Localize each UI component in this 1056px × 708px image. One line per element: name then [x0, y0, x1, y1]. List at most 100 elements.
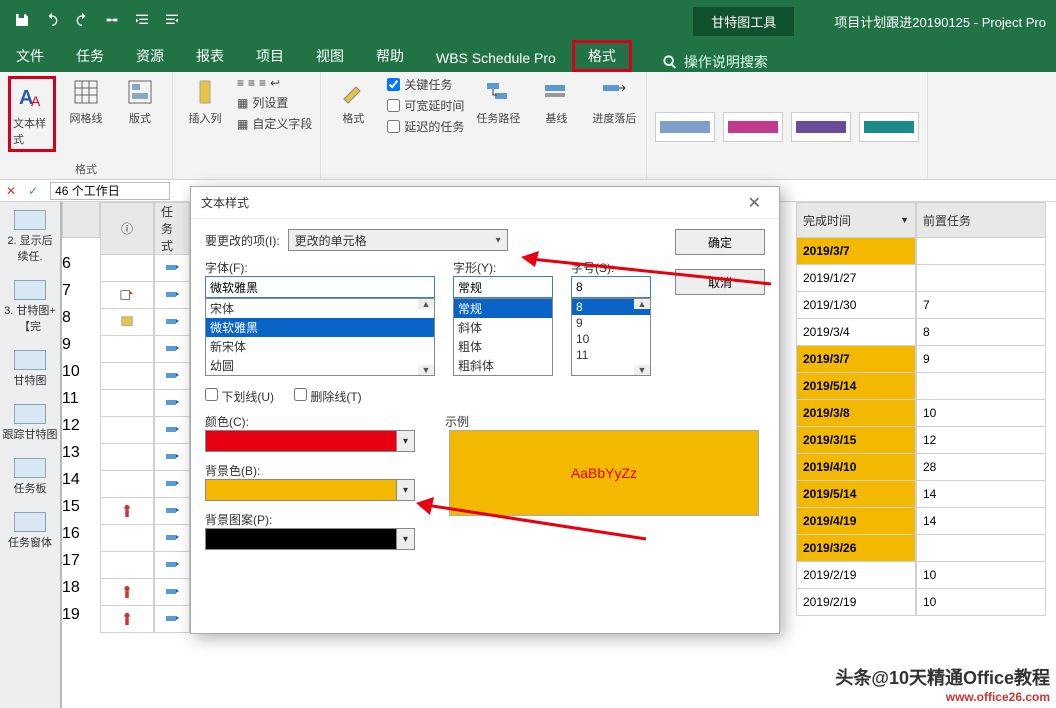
chk-slack[interactable]: 可宽延时间 [387, 97, 464, 114]
close-icon[interactable]: ✕ [740, 189, 769, 217]
indicator-cell[interactable] [100, 471, 154, 498]
style-option-2[interactable]: 粗体 [454, 337, 552, 356]
chk-critical[interactable]: 关键任务 [387, 76, 464, 93]
finish-cell[interactable]: 2019/3/8 [796, 400, 916, 427]
indicator-cell[interactable] [100, 579, 154, 606]
finish-cell[interactable]: 2019/2/19 [796, 589, 916, 616]
taskmode-cell[interactable] [154, 579, 190, 606]
taskmode-cell[interactable] [154, 444, 190, 471]
gantt-style-1[interactable] [655, 112, 715, 142]
taskmode-cell[interactable] [154, 336, 190, 363]
tab-view[interactable]: 视图 [300, 40, 360, 72]
pred-cell[interactable]: 10 [916, 589, 1046, 616]
font-option-1[interactable]: 微软雅黑 [206, 318, 434, 337]
row-header[interactable]: 16 [62, 525, 100, 552]
corner-cell[interactable] [62, 202, 100, 238]
taskmode-cell[interactable] [154, 282, 190, 309]
pred-cell[interactable]: 12 [916, 427, 1046, 454]
finish-cell[interactable]: 2019/4/10 [796, 454, 916, 481]
pred-cell[interactable] [916, 373, 1046, 400]
size-option-1[interactable]: 9 [572, 315, 650, 331]
table-row[interactable]: 2019/3/26 [796, 535, 1056, 562]
col-header-finish[interactable]: 完成时间▼ [796, 202, 916, 238]
row-header[interactable]: 6 [62, 255, 100, 282]
color-swatch[interactable]: ▾ [205, 430, 415, 452]
tab-task[interactable]: 任务 [60, 40, 120, 72]
entry-input[interactable] [50, 182, 170, 200]
scroll-down-icon[interactable]: ▼ [418, 365, 434, 375]
accept-entry-icon[interactable]: ✓ [22, 184, 44, 198]
column-settings-button[interactable]: ▦列设置 [237, 94, 312, 111]
align-left-icon[interactable]: ≡ [237, 76, 244, 90]
viewbar-item-4[interactable]: 任务板 [0, 450, 60, 504]
tell-me-search[interactable]: 操作说明搜索 [662, 52, 768, 72]
pred-cell[interactable] [916, 265, 1046, 292]
insert-column-button[interactable]: 插入列 [181, 76, 229, 126]
font-option-0[interactable]: 宋体 [206, 299, 434, 318]
table-row[interactable]: 2019/3/79 [796, 346, 1056, 373]
cancel-entry-icon[interactable]: ✕ [0, 184, 22, 198]
gantt-style-2[interactable] [723, 112, 783, 142]
scroll-up-icon[interactable]: ▲ [634, 299, 650, 309]
gridlines-button[interactable]: 网格线 [62, 76, 110, 152]
size-option-2[interactable]: 10 [572, 331, 650, 347]
indicator-cell[interactable] [100, 444, 154, 471]
table-row[interactable]: 2019/1/27 [796, 265, 1056, 292]
baseline-button[interactable]: 基线 [532, 76, 580, 126]
finish-cell[interactable]: 2019/1/30 [796, 292, 916, 319]
task-path-button[interactable]: 任务路径 [474, 76, 522, 126]
taskmode-cell[interactable] [154, 309, 190, 336]
taskmode-cell[interactable] [154, 363, 190, 390]
viewbar-item-1[interactable]: 3. 甘特图+【完 [0, 272, 60, 342]
format-bar-button[interactable]: 格式 [329, 76, 377, 126]
font-option-3[interactable]: 幼圆 [206, 356, 434, 375]
col-header-pred[interactable]: 前置任务 [916, 202, 1046, 238]
pred-cell[interactable]: 9 [916, 346, 1046, 373]
pred-cell[interactable] [916, 535, 1046, 562]
taskmode-cell[interactable] [154, 525, 190, 552]
style-option-1[interactable]: 斜体 [454, 318, 552, 337]
taskmode-cell[interactable] [154, 390, 190, 417]
ok-button[interactable]: 确定 [675, 229, 765, 255]
dropdown-icon[interactable]: ▼ [900, 215, 909, 225]
dialog-titlebar[interactable]: 文本样式 ✕ [191, 187, 779, 219]
row-header[interactable]: 12 [62, 417, 100, 444]
finish-cell[interactable]: 2019/3/7 [796, 346, 916, 373]
font-listbox[interactable]: 宋体 微软雅黑 新宋体 幼圆 ▲ ▼ [205, 298, 435, 376]
tab-help[interactable]: 帮助 [360, 40, 420, 72]
row-header[interactable]: 15 [62, 498, 100, 525]
finish-cell[interactable]: 2019/3/4 [796, 319, 916, 346]
indicator-cell[interactable] [100, 417, 154, 444]
row-header[interactable]: 14 [62, 471, 100, 498]
chevron-down-icon[interactable]: ▾ [396, 480, 414, 500]
indent-icon[interactable] [134, 12, 150, 31]
layout-button[interactable]: 版式 [116, 76, 164, 152]
indicator-cell[interactable] [100, 498, 154, 525]
row-header[interactable]: 9 [62, 336, 100, 363]
chevron-down-icon[interactable]: ▾ [396, 529, 414, 549]
pred-cell[interactable]: 10 [916, 562, 1046, 589]
item-combo[interactable]: 更改的单元格 ▾ [288, 229, 508, 251]
row-header[interactable]: 18 [62, 579, 100, 606]
row-header[interactable]: 19 [62, 606, 100, 633]
align-center-icon[interactable]: ≡ [248, 76, 255, 90]
style-listbox[interactable]: 常规 斜体 粗体 粗斜体 [453, 298, 553, 376]
size-listbox[interactable]: 8 9 10 11 ▲ ▼ [571, 298, 651, 376]
size-input[interactable] [571, 276, 651, 298]
tab-format[interactable]: 格式 [572, 40, 632, 72]
table-row[interactable]: 2019/5/1414 [796, 481, 1056, 508]
wrap-icon[interactable]: ↩ [270, 76, 280, 90]
pred-cell[interactable] [916, 238, 1046, 265]
table-row[interactable]: 2019/2/1910 [796, 589, 1056, 616]
tab-wbs[interactable]: WBS Schedule Pro [420, 44, 572, 72]
finish-cell[interactable]: 2019/2/19 [796, 562, 916, 589]
pred-cell[interactable]: 14 [916, 481, 1046, 508]
table-row[interactable]: 2019/2/1910 [796, 562, 1056, 589]
custom-fields-button[interactable]: ▦自定义字段 [237, 115, 312, 132]
pred-cell[interactable]: 28 [916, 454, 1046, 481]
table-row[interactable]: 2019/4/1914 [796, 508, 1056, 535]
cancel-button[interactable]: 取消 [675, 269, 765, 295]
finish-cell[interactable]: 2019/5/14 [796, 373, 916, 400]
indicator-cell[interactable] [100, 255, 154, 282]
save-icon[interactable] [14, 12, 30, 31]
